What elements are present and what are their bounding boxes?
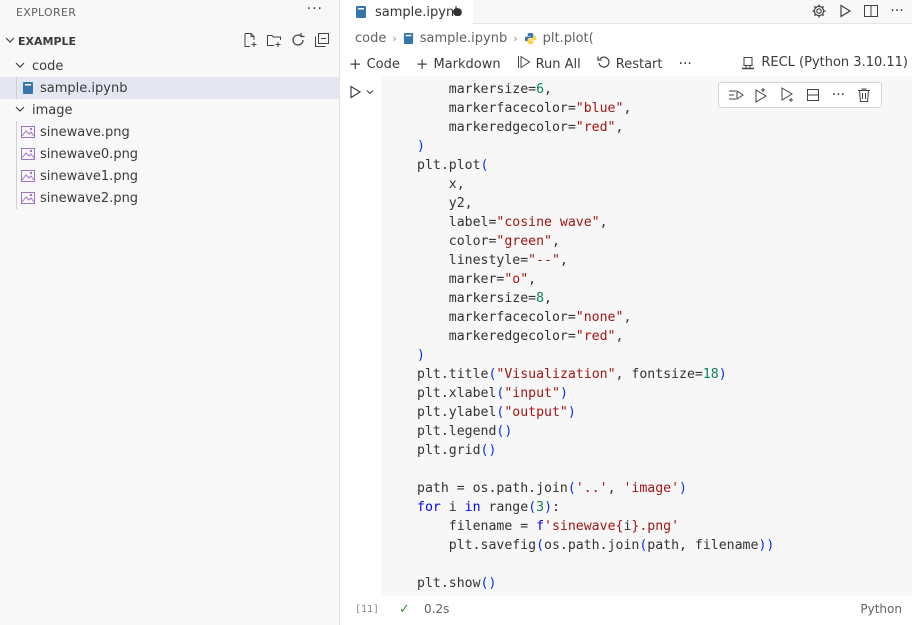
tree-file-sample-ipynb[interactable]: sample.ipynb <box>0 77 339 99</box>
run-all-icon <box>517 55 531 73</box>
breadcrumb-item[interactable]: code <box>355 31 386 46</box>
chevron-down-icon <box>2 35 18 48</box>
execute-cell-icon[interactable] <box>347 84 363 100</box>
indent-guide <box>16 187 17 209</box>
tree-item-label: sample.ipynb <box>40 80 128 96</box>
more-actions-icon[interactable]: ··· <box>679 56 692 72</box>
delete-cell-icon[interactable] <box>854 85 874 105</box>
chevron-right-icon: › <box>392 31 397 45</box>
gear-icon[interactable] <box>810 2 828 20</box>
add-code-label: Code <box>366 56 400 72</box>
tree-item-label: sinewave2.png <box>40 190 139 206</box>
execute-below-cells-icon[interactable] <box>777 85 797 105</box>
chevron-down-icon[interactable] <box>365 87 375 97</box>
kernel-icon <box>741 56 755 70</box>
new-folder-icon[interactable] <box>265 31 283 49</box>
indent-guide <box>16 77 17 99</box>
indent-guide <box>16 143 17 165</box>
workspace-folder-name: EXAMPLE <box>18 34 77 48</box>
collapse-all-icon[interactable] <box>313 31 331 49</box>
chevron-down-icon <box>12 104 28 117</box>
image-file-icon <box>20 190 36 206</box>
notebook-toolbar: + Code + Markdown Run All Restart ··· RE… <box>341 52 912 76</box>
restart-icon <box>597 55 611 73</box>
image-file-icon <box>20 168 36 184</box>
cell-status-bar: [11] ✓ 0.2s Python <box>341 598 912 620</box>
code-cell[interactable]: markersize=6, markerfacecolor="blue", ma… <box>341 76 912 625</box>
more-actions-icon[interactable]: ··· <box>828 85 848 105</box>
run-icon[interactable] <box>836 2 854 20</box>
tab-label: sample.ipynb <box>375 4 463 20</box>
python-icon <box>524 32 537 45</box>
restart-button[interactable]: Restart <box>597 55 663 73</box>
indent-guide <box>16 121 17 143</box>
tree-file-sinewave2-png[interactable]: sinewave2.png <box>0 187 339 209</box>
notebook-editor: sample.ipynb ··· code › sample.ipynb › p… <box>341 0 912 625</box>
tree-folder-code[interactable]: code <box>0 55 339 77</box>
kernel-picker[interactable]: RECL (Python 3.10.11) <box>741 55 908 70</box>
breadcrumb-item[interactable]: sample.ipynb <box>420 31 507 46</box>
tree-file-sinewave1-png[interactable]: sinewave1.png <box>0 165 339 187</box>
tree-item-label: sinewave.png <box>40 124 130 140</box>
explorer-title-bar: EXPLORER ··· <box>0 0 339 24</box>
editor-actions: ··· <box>810 2 906 20</box>
explorer-sidebar: EXPLORER ··· EXAMPLE code sample.ipynb i… <box>0 0 340 625</box>
image-file-icon <box>20 124 36 140</box>
add-markdown-cell-button[interactable]: + Markdown <box>416 55 501 73</box>
tab-sample-ipynb[interactable]: sample.ipynb <box>341 0 473 24</box>
tree-folder-image[interactable]: image <box>0 99 339 121</box>
split-cell-icon[interactable] <box>803 85 823 105</box>
tree-file-sinewave-png[interactable]: sinewave.png <box>0 121 339 143</box>
add-markdown-label: Markdown <box>433 56 501 72</box>
add-code-cell-button[interactable]: + Code <box>349 55 400 73</box>
notebook-file-icon <box>403 32 414 45</box>
chevron-down-icon <box>12 60 28 73</box>
code-content[interactable]: markersize=6, markerfacecolor="blue", ma… <box>417 80 774 593</box>
plus-icon: + <box>349 55 362 73</box>
more-actions-icon[interactable]: ··· <box>307 1 323 17</box>
tab-bar: sample.ipynb ··· <box>341 0 912 24</box>
notebook-file-icon <box>20 80 36 96</box>
execution-duration: 0.2s <box>424 602 450 616</box>
indent-guide <box>16 165 17 187</box>
run-all-label: Run All <box>535 56 581 72</box>
kernel-label: RECL (Python 3.10.11) <box>761 55 908 70</box>
tree-item-label: sinewave0.png <box>40 146 139 162</box>
refresh-icon[interactable] <box>289 31 307 49</box>
cell-toolbar: ··· <box>718 82 882 108</box>
run-all-button[interactable]: Run All <box>517 55 581 73</box>
chevron-right-icon: › <box>513 31 518 45</box>
unsaved-dot-icon[interactable] <box>453 8 461 16</box>
tree-item-label: sinewave1.png <box>40 168 139 184</box>
more-actions-icon[interactable]: ··· <box>888 2 906 20</box>
image-file-icon <box>20 146 36 162</box>
tree-item-label: code <box>32 58 64 74</box>
execute-above-cells-icon[interactable] <box>751 85 771 105</box>
notebook-file-icon <box>353 4 369 20</box>
restart-label: Restart <box>615 56 663 72</box>
workspace-folder-header[interactable]: EXAMPLE <box>0 27 339 55</box>
tree-file-sinewave0-png[interactable]: sinewave0.png <box>0 143 339 165</box>
breadcrumb: code › sample.ipynb › plt.plot( <box>341 24 912 52</box>
cell-language[interactable]: Python <box>860 602 902 616</box>
plus-icon: + <box>415 55 429 73</box>
tree-item-label: image <box>32 102 73 118</box>
folder-actions <box>241 31 331 49</box>
execute-above-icon[interactable] <box>726 85 746 105</box>
execution-count: [11] <box>355 603 380 615</box>
explorer-title: EXPLORER <box>16 5 77 19</box>
new-file-icon[interactable] <box>241 31 259 49</box>
check-icon: ✓ <box>399 601 410 617</box>
cell-run-controls <box>347 84 375 100</box>
split-editor-icon[interactable] <box>862 2 880 20</box>
breadcrumb-item[interactable]: plt.plot( <box>543 31 594 46</box>
